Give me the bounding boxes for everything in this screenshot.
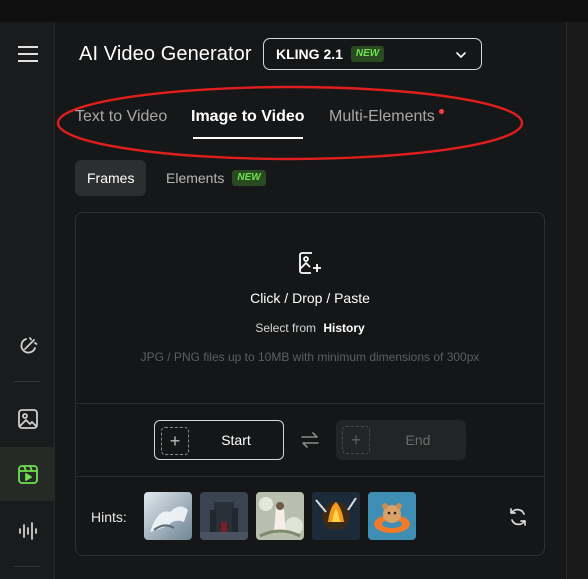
right-strip bbox=[566, 22, 588, 579]
tab-text-to-video[interactable]: Text to Video bbox=[75, 108, 167, 126]
tab-multi-elements[interactable]: Multi-Elements bbox=[329, 108, 435, 126]
end-frame-button[interactable]: + End bbox=[336, 420, 466, 460]
swap-icon[interactable] bbox=[300, 432, 320, 448]
file-requirements: JPG / PNG files up to 10MB with minimum … bbox=[140, 350, 480, 364]
hint-thumbnail-dragon[interactable] bbox=[144, 492, 192, 540]
page-title: AI Video Generator bbox=[79, 43, 252, 65]
card-divider bbox=[76, 403, 544, 404]
hint-thumbnail-figure[interactable] bbox=[256, 492, 304, 540]
top-strip bbox=[0, 0, 588, 22]
model-name: KLING 2.1 bbox=[276, 46, 343, 62]
plus-icon: + bbox=[342, 426, 370, 454]
subtab-frames[interactable]: Frames bbox=[75, 160, 147, 196]
subtab-elements[interactable]: Elements NEW bbox=[166, 160, 266, 196]
end-frame-label: End bbox=[405, 432, 431, 448]
subtab-elements-label: Elements bbox=[166, 170, 225, 186]
select-from-history: Select from History bbox=[76, 321, 544, 335]
hint-thumbnail-fire[interactable] bbox=[312, 492, 360, 540]
image-upload-icon bbox=[299, 252, 321, 274]
image-icon[interactable] bbox=[0, 402, 55, 436]
sidebar-divider bbox=[14, 566, 40, 567]
upload-dropzone[interactable]: Click / Drop / Paste Select from History… bbox=[76, 213, 544, 403]
start-frame-button[interactable]: + Start bbox=[154, 420, 284, 460]
video-icon[interactable] bbox=[0, 447, 55, 501]
upload-card: Click / Drop / Paste Select from History… bbox=[75, 212, 545, 556]
new-badge: NEW bbox=[350, 46, 385, 62]
tab-image-to-video[interactable]: Image to Video bbox=[191, 108, 305, 126]
history-link[interactable]: History bbox=[323, 321, 364, 335]
start-frame-label: Start bbox=[221, 432, 251, 448]
model-dropdown[interactable]: KLING 2.1 NEW bbox=[263, 38, 482, 70]
active-tab-underline bbox=[193, 137, 303, 139]
hints-label: Hints: bbox=[91, 509, 127, 525]
select-prefix: Select from bbox=[255, 321, 316, 335]
main-panel: AI Video Generator KLING 2.1 NEW Text to… bbox=[56, 22, 566, 579]
plus-icon: + bbox=[161, 427, 189, 455]
new-badge: NEW bbox=[232, 170, 266, 186]
sidebar bbox=[0, 22, 55, 579]
hint-thumbnail-hamster[interactable] bbox=[368, 492, 416, 540]
magic-pen-icon[interactable] bbox=[0, 329, 55, 363]
hint-thumbnail-castle[interactable] bbox=[200, 492, 248, 540]
upload-instruction: Click / Drop / Paste bbox=[250, 290, 370, 306]
menu-icon[interactable] bbox=[0, 42, 55, 66]
sidebar-divider bbox=[14, 381, 40, 382]
chevron-down-icon bbox=[456, 52, 466, 58]
notification-dot bbox=[439, 109, 444, 114]
refresh-icon[interactable] bbox=[508, 507, 528, 527]
audio-wave-icon[interactable] bbox=[0, 514, 55, 548]
card-divider bbox=[76, 476, 544, 477]
